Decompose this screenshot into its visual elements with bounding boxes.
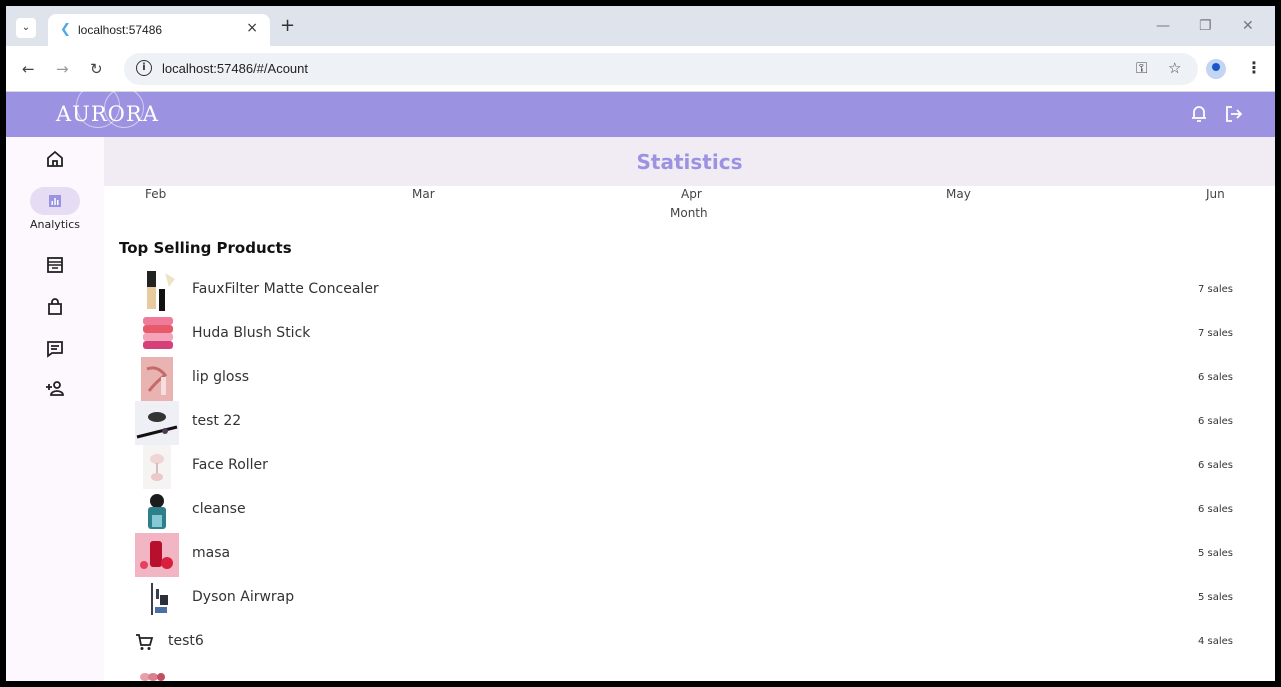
home-icon: [47, 150, 63, 167]
product-row[interactable]: Face Roller 6 sales: [104, 445, 1275, 489]
product-sales: 6 sales: [1197, 504, 1233, 515]
nav-add-user[interactable]: [6, 379, 104, 399]
nav-inventory[interactable]: [6, 255, 104, 275]
product-thumbnail: [151, 583, 168, 615]
product-thumbnail: [143, 317, 173, 349]
notification-bell-icon[interactable]: [1190, 104, 1208, 124]
product-name: Huda Blush Stick: [192, 325, 311, 341]
navigation-rail: Analytics: [6, 137, 104, 681]
product-sales: 4 sales: [1197, 636, 1233, 647]
product-sales: 6 sales: [1197, 372, 1233, 383]
product-thumbnail: [143, 445, 171, 489]
minimize-button[interactable]: —: [1156, 18, 1170, 34]
analytics-icon: [49, 195, 61, 207]
tab-strip: ⌄ ❮ localhost:57486 × + — ❐ ✕: [6, 6, 1275, 46]
product-row[interactable]: test 22 6 sales: [104, 401, 1275, 445]
product-thumbnail: [135, 533, 179, 577]
logout-icon[interactable]: [1224, 104, 1244, 124]
new-tab-button[interactable]: +: [280, 17, 295, 35]
nav-home[interactable]: [6, 149, 104, 169]
restore-button[interactable]: ❐: [1199, 18, 1212, 34]
x-tick-label: Jun: [1206, 187, 1225, 201]
product-sales: 5 sales: [1197, 592, 1233, 603]
product-thumbnail: [135, 401, 179, 445]
product-name: Face Roller: [192, 457, 268, 473]
product-name: test6: [168, 633, 204, 649]
product-sales: 6 sales: [1197, 416, 1233, 427]
address-bar[interactable]: i localhost:57486/#/Acount ⚿ ☆: [124, 53, 1198, 85]
product-row[interactable]: masa 5 sales: [104, 533, 1275, 577]
add-person-icon: [46, 381, 64, 396]
browser-menu-icon[interactable]: ⋮: [1246, 58, 1262, 77]
product-name: masa: [192, 545, 231, 561]
product-name: lip gloss: [192, 369, 250, 385]
tab-title: localhost:57486: [78, 23, 163, 37]
aurora-logo: AURORA: [56, 102, 159, 126]
product-sales: 7 sales: [1197, 328, 1233, 339]
x-tick-label: Feb: [145, 187, 167, 201]
product-sales: 5 sales: [1197, 548, 1233, 559]
product-row[interactable]: lip gloss 6 sales: [104, 357, 1275, 401]
product-thumbnail: [141, 357, 173, 401]
product-row[interactable]: cleanse 6 sales: [104, 489, 1275, 533]
product-name: Dyson Airwrap: [192, 589, 295, 605]
inventory-icon: [47, 257, 63, 273]
close-window-button[interactable]: ✕: [1242, 18, 1254, 34]
product-row[interactable]: FauxFilter Matte Concealer 7 sales: [104, 269, 1275, 313]
product-sales: 6 sales: [1197, 460, 1233, 471]
analytics-active-indicator: [30, 187, 80, 215]
browser-toolbar: ← → ↻ i localhost:57486/#/Acount ⚿ ☆ ⋮: [6, 46, 1275, 92]
shopping-cart-icon: [136, 634, 153, 650]
nav-orders[interactable]: [6, 297, 104, 317]
nav-analytics[interactable]: Analytics: [6, 187, 104, 231]
shopping-bag-icon: [48, 298, 62, 315]
product-sales: 7 sales: [1197, 284, 1233, 295]
product-row[interactable]: Huda Blush Stick 7 sales: [104, 313, 1275, 357]
x-tick-label: Apr: [681, 187, 702, 201]
product-thumbnail-partial: [140, 673, 165, 681]
product-row[interactable]: test6 4 sales: [104, 621, 1275, 665]
product-name: cleanse: [192, 501, 246, 517]
back-arrow-icon[interactable]: ←: [22, 60, 35, 78]
flutter-favicon-icon: ❮: [60, 22, 71, 37]
product-thumbnail: [135, 269, 179, 313]
x-tick-label: Mar: [412, 187, 435, 201]
product-row[interactable]: Dyson Airwrap 5 sales: [104, 577, 1275, 621]
browser-window: ⌄ ❮ localhost:57486 × + — ❐ ✕ ← → ↻ i lo…: [6, 6, 1275, 681]
top-selling-title: Top Selling Products: [119, 239, 292, 257]
profile-avatar-icon[interactable]: [1206, 59, 1226, 79]
app-bar: AURORA: [6, 84, 1275, 137]
tab-search-button[interactable]: ⌄: [16, 18, 36, 38]
nav-analytics-label: Analytics: [30, 218, 80, 231]
url-text[interactable]: localhost:57486/#/Acount: [162, 61, 308, 76]
page-title: Statistics: [636, 150, 743, 174]
password-key-icon[interactable]: ⚿: [1136, 59, 1147, 77]
tab-close-icon[interactable]: ×: [246, 20, 258, 36]
product-name: test 22: [192, 413, 242, 429]
site-info-icon[interactable]: i: [136, 60, 152, 76]
x-axis-title: Month: [670, 206, 708, 220]
x-tick-label: May: [946, 187, 971, 201]
forward-arrow-icon[interactable]: →: [56, 60, 69, 78]
reload-icon[interactable]: ↻: [90, 60, 103, 78]
nav-messages[interactable]: [6, 339, 104, 359]
message-icon: [47, 341, 63, 358]
browser-tab[interactable]: ❮ localhost:57486 ×: [48, 14, 270, 46]
bookmark-star-icon[interactable]: ☆: [1168, 59, 1181, 77]
product-name: FauxFilter Matte Concealer: [192, 281, 379, 297]
statistics-header: Statistics: [104, 137, 1275, 186]
product-thumbnail: [143, 489, 171, 533]
